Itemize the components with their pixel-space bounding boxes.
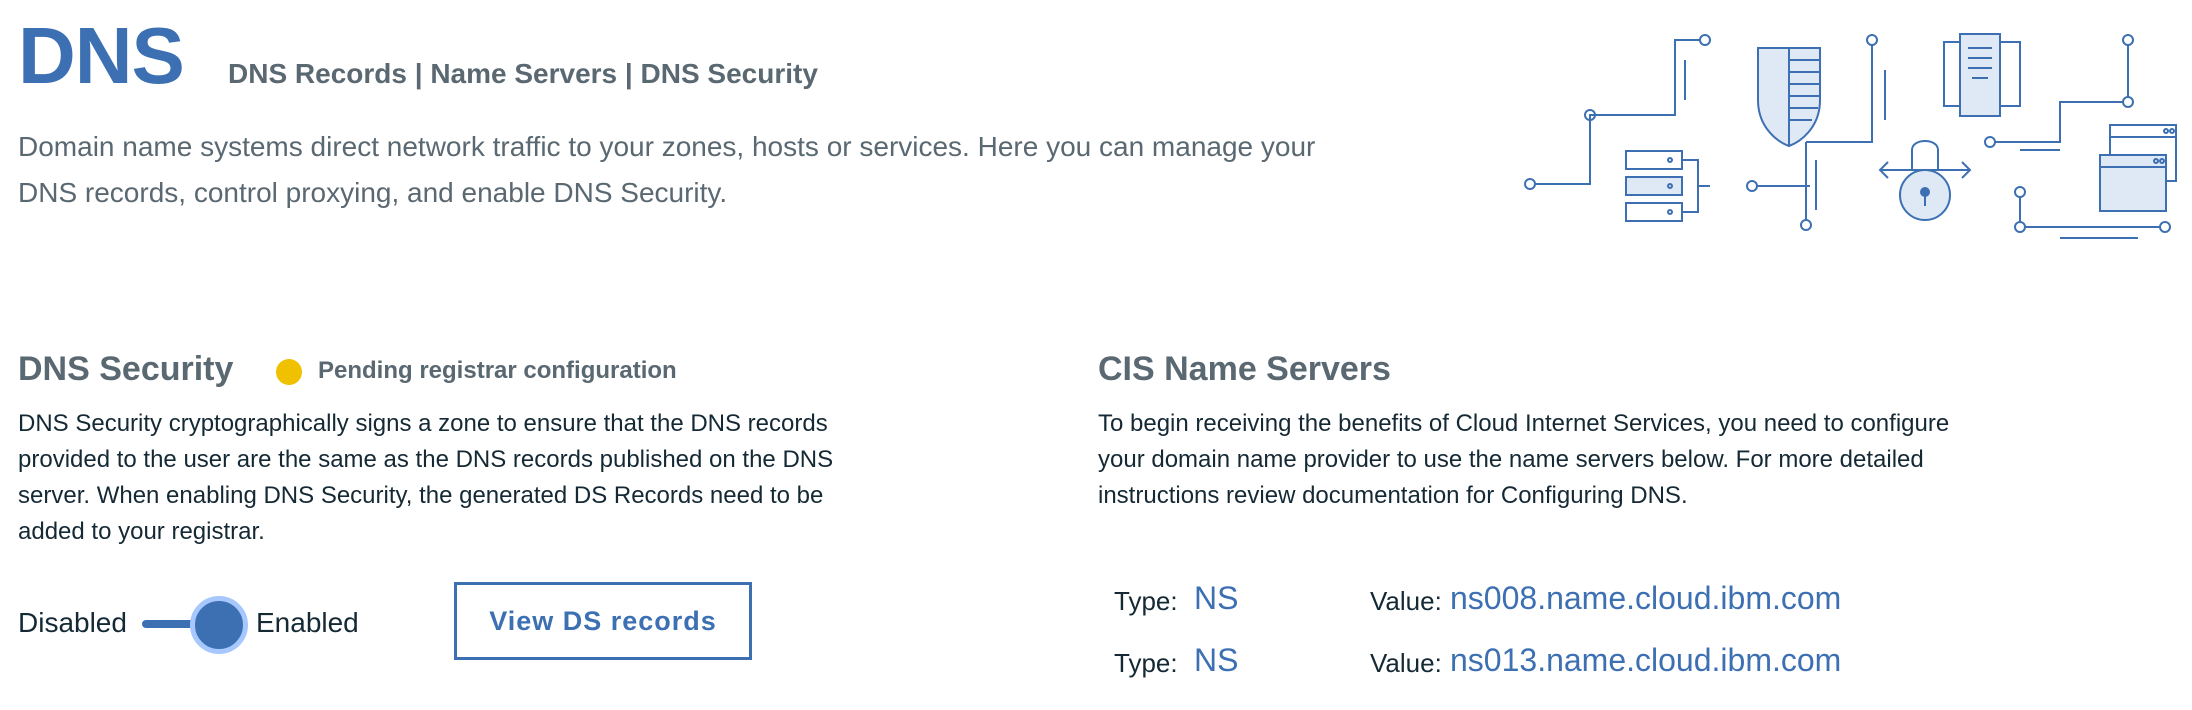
lock-icon xyxy=(1878,140,1972,221)
status-indicator-icon xyxy=(276,359,302,385)
server-icon xyxy=(1625,150,1710,222)
toggle-off-label: Disabled xyxy=(18,607,127,638)
dns-security-toggle[interactable] xyxy=(142,596,248,654)
status-text: Pending registrar configuration xyxy=(318,357,677,384)
toggle-on-label: Enabled xyxy=(256,607,359,638)
shield-icon xyxy=(1757,47,1821,148)
type-value: NS xyxy=(1194,642,1239,678)
type-label: Type: xyxy=(1114,648,1178,678)
section-nav: DNS Records | Name Servers | DNS Securit… xyxy=(228,58,818,89)
toggle-knob[interactable] xyxy=(190,596,248,654)
name-servers-description: To begin receiving the benefits of Cloud… xyxy=(1098,410,1950,509)
type-label: Type: xyxy=(1114,586,1178,616)
page-title: DNS xyxy=(18,11,185,100)
browser-window-icon xyxy=(2099,124,2177,212)
name-server-value: ns013.name.cloud.ibm.com xyxy=(1450,642,1842,678)
page-description: Domain name systems direct network traff… xyxy=(18,131,1316,208)
value-label: Value: xyxy=(1370,586,1442,616)
network-security-illustration xyxy=(1524,33,2177,239)
view-ds-records-button[interactable]: View DS records xyxy=(454,582,752,660)
type-value: NS xyxy=(1194,580,1239,616)
value-label: Value: xyxy=(1370,648,1442,678)
name-servers-title: CIS Name Servers xyxy=(1098,350,1391,388)
document-icon xyxy=(1943,33,2021,117)
dns-security-title: DNS Security xyxy=(18,350,234,388)
dns-security-description: DNS Security cryptographically signs a z… xyxy=(18,410,834,545)
name-server-value: ns008.name.cloud.ibm.com xyxy=(1450,580,1842,616)
